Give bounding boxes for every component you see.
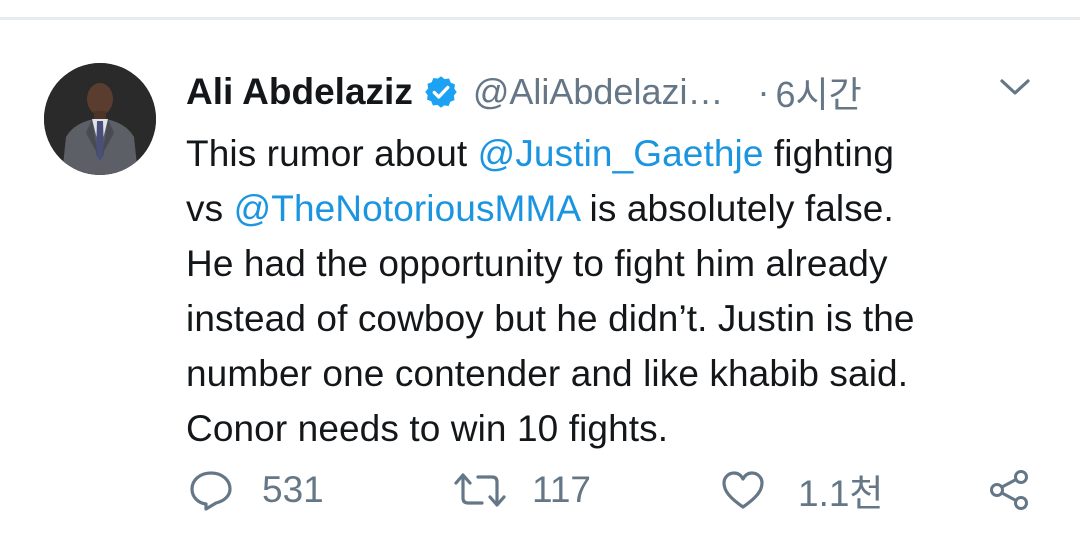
like-count: 1.1천 xyxy=(798,473,884,514)
author-handle[interactable]: @AliAbdelazi… xyxy=(473,71,724,113)
reply-count: 531 xyxy=(262,469,324,510)
text-segment: is absolutely false. xyxy=(579,188,894,229)
tweet-text: This rumor about @Justin_Gaethje fightin… xyxy=(186,126,1036,456)
avatar-image xyxy=(44,63,156,175)
tweet-header: Ali Abdelaziz @AliAbdelazi… · 6시간 xyxy=(186,68,862,116)
tweet[interactable]: Ali Abdelaziz @AliAbdelazi… · 6시간 This r… xyxy=(0,20,1080,537)
like-icon xyxy=(722,471,764,509)
verified-badge-icon xyxy=(423,74,459,110)
mention-link[interactable]: @TheNotoriousMMA xyxy=(234,188,580,229)
retweet-count: 117 xyxy=(532,469,591,510)
avatar[interactable] xyxy=(44,63,156,175)
retweet-icon xyxy=(454,473,506,507)
tweet-timestamp[interactable]: 6시간 xyxy=(775,66,861,118)
chevron-down-icon[interactable] xyxy=(998,72,1032,102)
author-name[interactable]: Ali Abdelaziz xyxy=(186,71,413,113)
like-button[interactable]: 1.1천 xyxy=(720,465,883,515)
reply-icon xyxy=(190,471,232,511)
tweet-text-line: number one contender and like khabib sai… xyxy=(186,353,909,394)
tweet-text-line: He had the opportunity to fight him alre… xyxy=(186,243,888,284)
tweet-text-line: vs @TheNotoriousMMA is absolutely false. xyxy=(186,181,1036,236)
retweet-button[interactable]: 117 xyxy=(452,465,591,515)
separator-dot: · xyxy=(757,71,770,112)
tweet-text-line: This rumor about @Justin_Gaethje fightin… xyxy=(186,126,1036,181)
text-segment: vs xyxy=(186,188,234,229)
reply-button[interactable]: 531 xyxy=(188,465,324,515)
tweet-actions: 531 117 1.1천 xyxy=(0,465,1080,515)
share-icon xyxy=(990,470,1028,510)
mention-link[interactable]: @Justin_Gaethje xyxy=(478,133,764,174)
text-segment: fighting xyxy=(763,133,895,174)
tweet-text-line: instead of cowboy but he didn’t. Justin … xyxy=(186,298,915,339)
tweet-text-line: Conor needs to win 10 fights. xyxy=(186,408,669,449)
share-button[interactable] xyxy=(988,465,1030,515)
text-segment: This rumor about xyxy=(186,133,478,174)
